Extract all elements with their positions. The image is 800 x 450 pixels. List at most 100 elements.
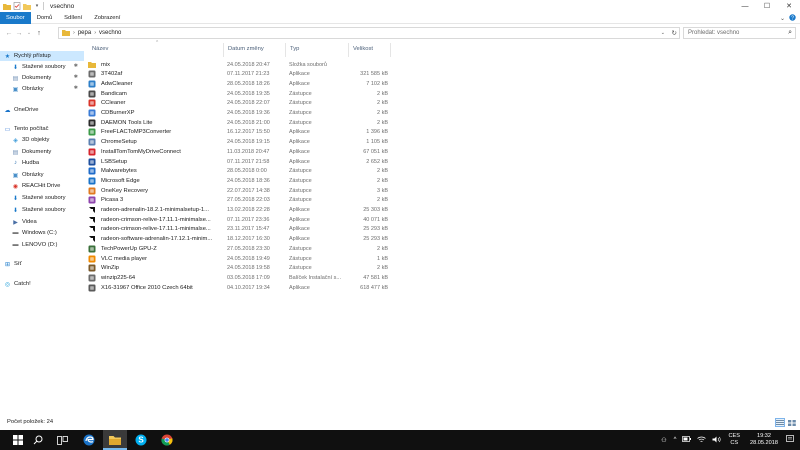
file-size: 2 kB [376, 110, 388, 116]
malwarebytes-icon [88, 167, 96, 175]
file-type: Zástupce [289, 90, 312, 97]
file-size: 25 293 kB [363, 226, 388, 233]
large-icons-view-icon[interactable] [787, 418, 797, 427]
file-date: 24.05.2018 19:36 [227, 110, 270, 116]
file-row[interactable]: OneKey Recovery 22.07.2017 14:38 Zástupce 3… [88, 186, 398, 195]
file-date: 07.11.2017 21:58 [227, 158, 270, 165]
file-row[interactable]: InstallTomTomMyDriveConnect 11.03.2018 20… [88, 147, 398, 156]
file-size: 40 071 kB [363, 216, 388, 223]
file-row[interactable]: X16-31967 Office 2010 Czech 64bit 04.10.2… [88, 283, 398, 292]
file-name-cell: OneKey Recovery [88, 186, 222, 195]
wifi-icon[interactable] [697, 436, 707, 445]
file-row[interactable]: DAEMON Tools Lite 24.05.2018 21:00 Zástupc… [88, 118, 398, 127]
file-name-cell: CDBurnerXP [88, 109, 222, 118]
edge-icon[interactable] [77, 430, 101, 450]
file-name-cell: winzip225-64 [88, 273, 222, 282]
file-row[interactable]: CDBurnerXP 24.05.2018 19:36 Zástupce 2 kB [88, 109, 398, 118]
file-name: Picasa 3 [101, 197, 124, 204]
skype-icon[interactable]: S [129, 430, 153, 450]
file-type: Aplikace [289, 158, 310, 165]
installer-icon [88, 138, 96, 146]
details-view-icon[interactable] [775, 418, 785, 427]
file-row[interactable]: VLC media player 24.05.2018 19:49 Zástupce… [88, 254, 398, 263]
file-date: 07.11.2017 21:23 [227, 71, 270, 78]
file-size: 321 585 kB [360, 71, 388, 78]
chevron-up-icon[interactable]: ^ [674, 437, 677, 443]
file-date: 24.05.2018 19:58 [227, 265, 270, 272]
msi-icon [88, 274, 96, 282]
file-name: winzip225-64 [101, 274, 136, 281]
file-name-cell: WinZip [88, 264, 222, 273]
search-icon[interactable] [26, 430, 50, 450]
notification-icon[interactable] [786, 435, 794, 445]
lsb-icon [88, 158, 96, 166]
file-type: Zástupce [289, 100, 312, 107]
file-row[interactable]: 3T402af 07.11.2017 21:23 Aplikace 321 585 k… [88, 70, 398, 79]
file-size: 2 kB [376, 197, 388, 204]
file-name: Bandicam [101, 90, 127, 97]
file-type: Zástupce [289, 265, 312, 272]
file-row[interactable]: CCleaner 24.05.2018 22:07 Zástupce 2 kB [88, 99, 398, 108]
file-size: 2 kB [376, 265, 388, 272]
file-date: 11.03.2018 20:47 [227, 148, 270, 155]
file-name: AdwCleaner [101, 80, 133, 87]
file-row[interactable]: ChromeSetup 24.05.2018 19:15 Aplikace 1 105… [88, 138, 398, 147]
file-date: 18.12.2017 16:30 [227, 236, 270, 243]
file-type: Zástupce [289, 177, 312, 184]
file-row[interactable]: AdwCleaner 28.05.2018 18:26 Aplikace 7 102 … [88, 79, 398, 88]
file-row[interactable]: radeon-crimson-relive-17.11.1-minimalse.… [88, 225, 398, 234]
file-row[interactable]: Malwarebytes 28.05.2018 0:00 Zástupce 2 kB [88, 167, 398, 176]
file-row[interactable]: Microsoft Edge 24.05.2018 18:36 Zástupce 2 … [88, 176, 398, 185]
file-name-cell: Bandicam [88, 89, 222, 98]
task-view-icon[interactable] [50, 430, 74, 450]
file-row[interactable]: radeon-software-adrenalin-17.12.1-minim.… [88, 235, 398, 244]
file-row[interactable]: winzip225-64 03.05.2018 17:09 Balíček Inst… [88, 273, 398, 282]
file-explorer-taskbar-icon[interactable] [103, 430, 127, 450]
file-row[interactable]: FreeFLACToMP3Converter 16.12.2017 15:50 Ap… [88, 128, 398, 137]
file-name-cell: LSBSetup [88, 157, 222, 166]
winzip-icon [88, 264, 96, 272]
radeon-icon [88, 216, 96, 224]
file-size: 2 kB [376, 168, 388, 175]
file-name-cell: Malwarebytes [88, 167, 222, 176]
file-size: 2 kB [376, 119, 388, 126]
file-type: Aplikace [289, 207, 310, 213]
file-date: 28.05.2018 18:26 [227, 80, 270, 87]
file-name-cell: InstallTomTomMyDriveConnect [88, 147, 222, 156]
file-row[interactable]: radeon-crimson-relive-17.11.1-minimalse.… [88, 215, 398, 224]
file-row[interactable]: TechPowerUp GPU-Z 27.05.2018 23:30 Zástupc… [88, 244, 398, 253]
file-type: Zástupce [289, 255, 312, 262]
file-name-cell: radeon-crimson-relive-17.11.1-minimalse.… [88, 225, 222, 234]
file-type: Zástupce [289, 110, 312, 116]
battery-icon[interactable] [682, 436, 692, 444]
file-row[interactable]: Bandicam 24.05.2018 19:35 Zástupce 2 kB [88, 89, 398, 98]
onekey-icon [88, 187, 96, 195]
file-row[interactable]: Picasa 3 27.05.2018 22:03 Zástupce 2 kB [88, 196, 398, 205]
file-size: 2 kB [376, 90, 388, 97]
file-size: 47 581 kB [363, 274, 388, 281]
file-type: Aplikace [289, 216, 310, 223]
file-row[interactable]: radeon-adrenalin-18.2.1-minimalsetup-1..… [88, 206, 398, 215]
language-indicator[interactable]: CES CS [728, 433, 740, 447]
file-row[interactable]: mix 24.05.2018 20:47 Složka souborů [88, 60, 398, 69]
file-row[interactable]: WinZip 24.05.2018 19:58 Zástupce 2 kB [88, 264, 398, 273]
file-size: 7 102 kB [366, 80, 388, 87]
file-type: Zástupce [289, 187, 312, 194]
volume-icon[interactable] [712, 436, 722, 445]
chrome-icon[interactable] [155, 430, 179, 450]
clock[interactable]: 19:32 28.05.2018 [750, 433, 778, 447]
svg-text:S: S [138, 436, 144, 445]
vlc-icon [88, 255, 96, 263]
file-name: CCleaner [101, 100, 126, 107]
picasa-icon [88, 196, 96, 204]
cdburner-icon [88, 109, 96, 117]
file-size: 25 303 kB [363, 207, 388, 213]
file-row[interactable]: LSBSetup 07.11.2017 21:58 Aplikace 2 652 kB [88, 157, 398, 166]
adwcleaner-icon [88, 80, 96, 88]
file-name-cell: Picasa 3 [88, 196, 222, 205]
file-name-cell: FreeFLACToMP3Converter [88, 128, 222, 137]
person-icon[interactable]: ⚇ [661, 437, 666, 444]
file-name: ChromeSetup [101, 139, 137, 146]
file-name-cell: X16-31967 Office 2010 Czech 64bit [88, 283, 222, 292]
file-size [338, 60, 388, 69]
